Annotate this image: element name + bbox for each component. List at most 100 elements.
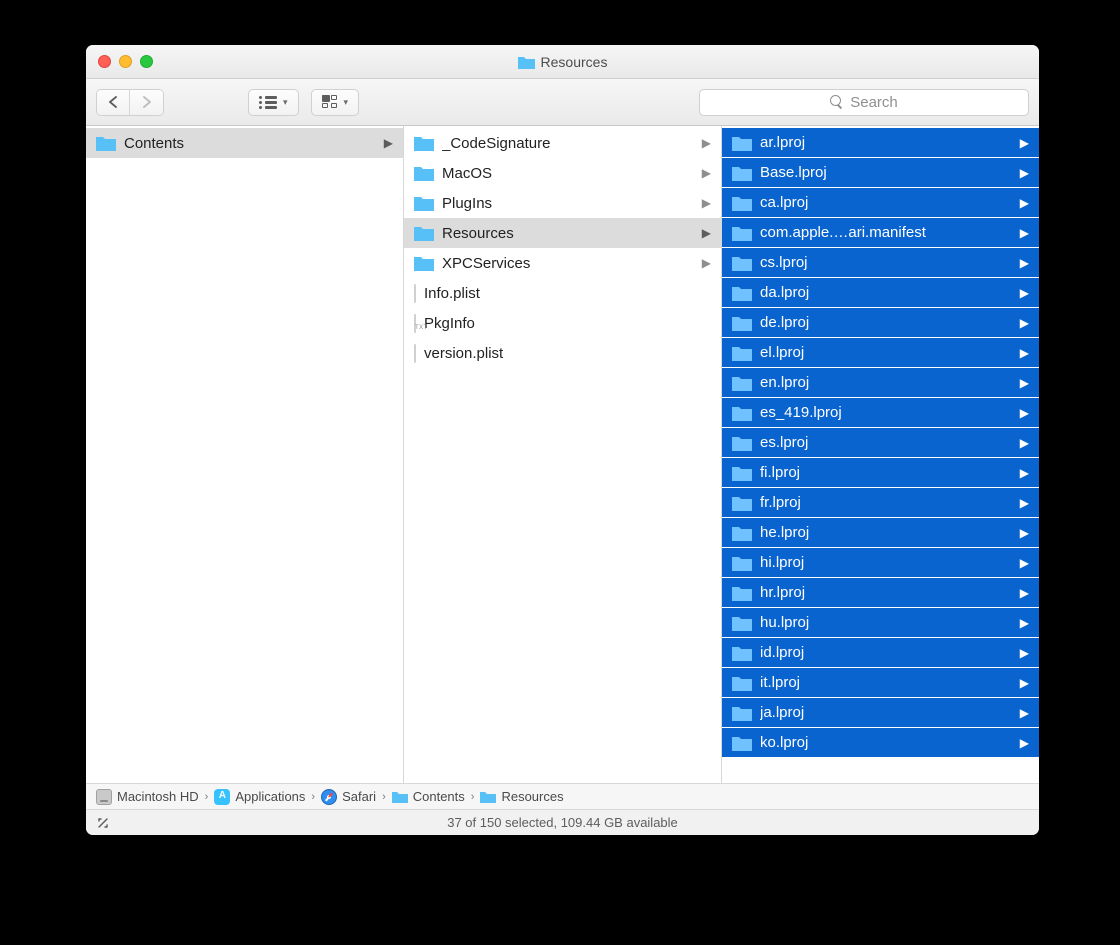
file-row[interactable]: it.lproj▶ xyxy=(722,668,1039,698)
chevron-right-icon: ▶ xyxy=(1020,676,1029,690)
path-item[interactable]: Safari xyxy=(321,789,376,805)
file-row[interactable]: Resources▶ xyxy=(404,218,721,248)
status-bar: 37 of 150 selected, 109.44 GB available xyxy=(86,809,1039,835)
chevron-right-icon: ▶ xyxy=(1020,736,1029,750)
folder-icon xyxy=(732,645,752,661)
folder-icon xyxy=(732,135,752,151)
file-row[interactable]: ca.lproj▶ xyxy=(722,188,1039,218)
search-placeholder: Search xyxy=(850,94,898,111)
folder-icon xyxy=(732,705,752,721)
file-row[interactable]: Info.plist xyxy=(404,278,721,308)
file-icon xyxy=(414,345,416,362)
file-row[interactable]: da.lproj▶ xyxy=(722,278,1039,308)
file-row[interactable]: ja.lproj▶ xyxy=(722,698,1039,728)
path-item[interactable]: Contents xyxy=(392,789,465,804)
folder-icon xyxy=(732,735,752,751)
file-name: hr.lproj xyxy=(760,584,1012,601)
file-row[interactable]: XPCServices▶ xyxy=(404,248,721,278)
file-name: ar.lproj xyxy=(760,134,1012,151)
folder-icon xyxy=(732,375,752,391)
window-close-button[interactable] xyxy=(98,55,111,68)
nav-back-forward xyxy=(96,89,164,116)
file-icon xyxy=(414,315,416,332)
path-item-label: Macintosh HD xyxy=(117,789,199,804)
file-row[interactable]: en.lproj ▶ xyxy=(722,368,1039,398)
view-arrange-button[interactable]: ▾ xyxy=(311,89,360,116)
path-item[interactable]: Resources xyxy=(480,789,563,804)
path-separator-icon: › xyxy=(471,791,475,803)
file-row[interactable]: hi.lproj▶ xyxy=(722,548,1039,578)
window-minimize-button[interactable] xyxy=(119,55,132,68)
folder-icon xyxy=(96,135,116,151)
file-row[interactable]: _CodeSignature▶ xyxy=(404,128,721,158)
search-icon xyxy=(830,95,844,109)
file-row[interactable]: ko.lproj▶ xyxy=(722,728,1039,758)
file-name: el.lproj xyxy=(760,344,1012,361)
folder-icon xyxy=(732,405,752,421)
path-separator-icon: › xyxy=(205,791,209,803)
chevron-right-icon: ▶ xyxy=(1020,526,1029,540)
file-row[interactable]: MacOS▶ xyxy=(404,158,721,188)
file-row[interactable]: el.lproj▶ xyxy=(722,338,1039,368)
file-name: ca.lproj xyxy=(760,194,1012,211)
file-name: fr.lproj xyxy=(760,494,1012,511)
folder-icon xyxy=(732,315,752,331)
folder-icon xyxy=(732,345,752,361)
path-separator-icon: › xyxy=(311,791,315,803)
file-name: ja.lproj xyxy=(760,704,1012,721)
column-1[interactable]: _CodeSignature▶MacOS▶PlugIns▶Resources▶X… xyxy=(404,126,722,783)
chevron-down-icon: ▾ xyxy=(344,97,349,108)
file-row[interactable]: hu.lproj▶ xyxy=(722,608,1039,638)
path-item-label: Resources xyxy=(501,789,563,804)
file-row[interactable]: com.apple.…ari.manifest▶ xyxy=(722,218,1039,248)
back-button[interactable] xyxy=(97,90,130,115)
column-browser: Contents▶ _CodeSignature▶MacOS▶PlugIns▶R… xyxy=(86,126,1039,783)
folder-icon xyxy=(732,555,752,571)
chevron-right-icon: ▶ xyxy=(1020,586,1029,600)
column-0[interactable]: Contents▶ xyxy=(86,126,404,783)
chevron-right-icon: ▶ xyxy=(1020,166,1029,180)
file-row[interactable]: Contents▶ xyxy=(86,128,403,158)
path-item[interactable]: Macintosh HD xyxy=(96,789,199,805)
folder-icon xyxy=(518,55,535,69)
path-bar: Macintosh HD › Applications › Safari › Content… xyxy=(86,783,1039,809)
file-row[interactable]: es_419.lproj▶ xyxy=(722,398,1039,428)
file-row[interactable]: version.plist xyxy=(404,338,721,368)
column-2[interactable]: ar.lproj▶Base.lproj▶ca.lproj▶com.apple.…… xyxy=(722,126,1039,783)
file-name: en.lproj xyxy=(760,374,1012,391)
view-list-button[interactable]: ▾ xyxy=(248,89,299,116)
folder-icon xyxy=(414,165,434,181)
file-row[interactable]: Base.lproj▶ xyxy=(722,158,1039,188)
folder-icon xyxy=(732,285,752,301)
window-zoom-button[interactable] xyxy=(140,55,153,68)
file-icon xyxy=(414,285,416,302)
window-title-text: Resources xyxy=(541,54,608,70)
path-item[interactable]: Applications xyxy=(214,789,305,805)
file-row[interactable]: hr.lproj ▶ xyxy=(722,578,1039,608)
file-row[interactable]: cs.lproj▶ xyxy=(722,248,1039,278)
chevron-right-icon: ▶ xyxy=(1020,376,1029,390)
status-text: 37 of 150 selected, 109.44 GB available xyxy=(447,815,678,830)
action-icon[interactable] xyxy=(96,816,110,830)
file-name: Resources xyxy=(442,225,694,242)
file-row[interactable]: es.lproj▶ xyxy=(722,428,1039,458)
file-row[interactable]: fr.lproj▶ xyxy=(722,488,1039,518)
file-name: com.apple.…ari.manifest xyxy=(760,224,1012,241)
file-row[interactable]: PkgInfo xyxy=(404,308,721,338)
file-row[interactable]: he.lproj▶ xyxy=(722,518,1039,548)
file-row[interactable]: id.lproj▶ xyxy=(722,638,1039,668)
path-item-label: Applications xyxy=(235,789,305,804)
folder-icon xyxy=(414,255,434,271)
chevron-right-icon: ▶ xyxy=(1020,436,1029,450)
file-row[interactable]: ar.lproj▶ xyxy=(722,128,1039,158)
forward-button[interactable] xyxy=(130,90,163,115)
file-name: XPCServices xyxy=(442,255,694,272)
file-name: PkgInfo xyxy=(424,315,711,332)
file-row[interactable]: de.lproj▶ xyxy=(722,308,1039,338)
chevron-right-icon: ▶ xyxy=(1020,316,1029,330)
folder-icon xyxy=(392,791,408,803)
file-row[interactable]: fi.lproj▶ xyxy=(722,458,1039,488)
file-name: Contents xyxy=(124,135,376,152)
file-row[interactable]: PlugIns▶ xyxy=(404,188,721,218)
search-input[interactable]: Search xyxy=(699,89,1029,116)
